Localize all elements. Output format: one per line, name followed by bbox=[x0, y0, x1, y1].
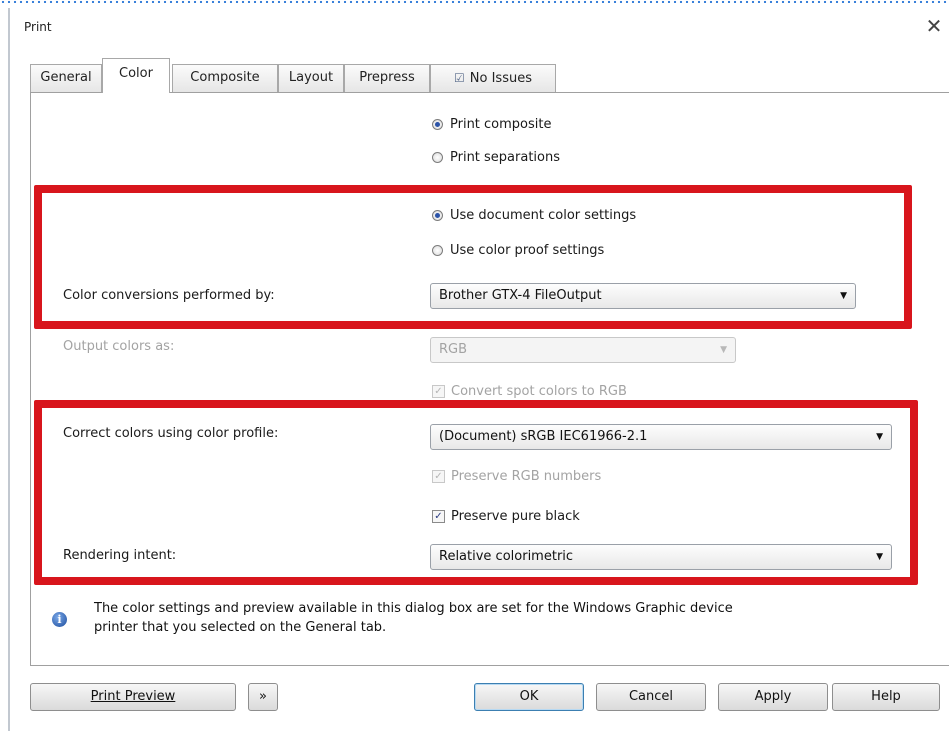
radio-use-document-color-settings[interactable]: Use document color settings bbox=[432, 208, 636, 223]
tab-no-issues[interactable]: ☑ No Issues bbox=[430, 64, 556, 92]
tab-general[interactable]: General bbox=[30, 64, 102, 92]
info-message: The color settings and preview available… bbox=[94, 601, 733, 635]
close-button[interactable]: ✕ bbox=[922, 14, 946, 38]
print-preview-button[interactable]: Print Preview bbox=[30, 683, 236, 711]
info-icon: i bbox=[52, 612, 67, 627]
toggle-preview-button[interactable]: » bbox=[248, 683, 278, 711]
check-icon: ✓ bbox=[432, 385, 445, 398]
tab-prepress[interactable]: Prepress bbox=[344, 64, 430, 92]
chevron-down-icon: ▼ bbox=[876, 552, 883, 562]
window-top-border bbox=[0, 0, 949, 3]
tab-composite[interactable]: Composite bbox=[172, 64, 278, 92]
tab-color[interactable]: Color bbox=[102, 58, 170, 93]
color-conversions-dropdown[interactable]: Brother GTX-4 FileOutput ▼ bbox=[430, 283, 856, 309]
radio-button-checked[interactable] bbox=[432, 119, 443, 130]
rendering-intent-dropdown[interactable]: Relative colorimetric ▼ bbox=[430, 544, 892, 570]
tab-layout[interactable]: Layout bbox=[278, 64, 344, 92]
convert-spot-colors-checkbox[interactable]: ✓ Convert spot colors to RGB bbox=[432, 384, 627, 399]
ok-button[interactable]: OK bbox=[474, 683, 584, 711]
chevron-down-icon: ▼ bbox=[720, 345, 727, 355]
double-chevron-right-icon: » bbox=[259, 689, 267, 704]
radio-button[interactable] bbox=[432, 152, 443, 163]
preserve-pure-black-checkbox[interactable]: ✓ Preserve pure black bbox=[432, 509, 580, 524]
chevron-down-icon: ▼ bbox=[840, 291, 847, 301]
output-colors-label: Output colors as: bbox=[63, 339, 175, 354]
close-icon: ✕ bbox=[925, 14, 943, 38]
radio-button[interactable] bbox=[432, 245, 443, 256]
apply-button[interactable]: Apply bbox=[718, 683, 828, 711]
output-colors-dropdown[interactable]: RGB ▼ bbox=[430, 337, 736, 363]
window-left-border bbox=[8, 8, 10, 731]
dialog-title: Print bbox=[24, 20, 52, 34]
preserve-rgb-numbers-checkbox[interactable]: ✓ Preserve RGB numbers bbox=[432, 469, 601, 484]
check-icon: ✓ bbox=[432, 470, 445, 483]
radio-use-color-proof-settings[interactable]: Use color proof settings bbox=[432, 243, 604, 258]
radio-print-separations[interactable]: Print separations bbox=[432, 150, 560, 165]
rendering-intent-label: Rendering intent: bbox=[63, 548, 177, 563]
radio-print-composite[interactable]: Print composite bbox=[432, 117, 552, 132]
chevron-down-icon: ▼ bbox=[876, 432, 883, 442]
help-button[interactable]: Help bbox=[832, 683, 940, 711]
cancel-button[interactable]: Cancel bbox=[596, 683, 706, 711]
check-icon: ✓ bbox=[432, 510, 445, 523]
color-profile-label: Correct colors using color profile: bbox=[63, 426, 279, 441]
radio-button-checked[interactable] bbox=[432, 210, 443, 221]
issues-icon: ☑ bbox=[454, 71, 465, 85]
color-profile-dropdown[interactable]: (Document) sRGB IEC61966-2.1 ▼ bbox=[430, 424, 892, 450]
color-conversions-label: Color conversions performed by: bbox=[63, 288, 275, 303]
